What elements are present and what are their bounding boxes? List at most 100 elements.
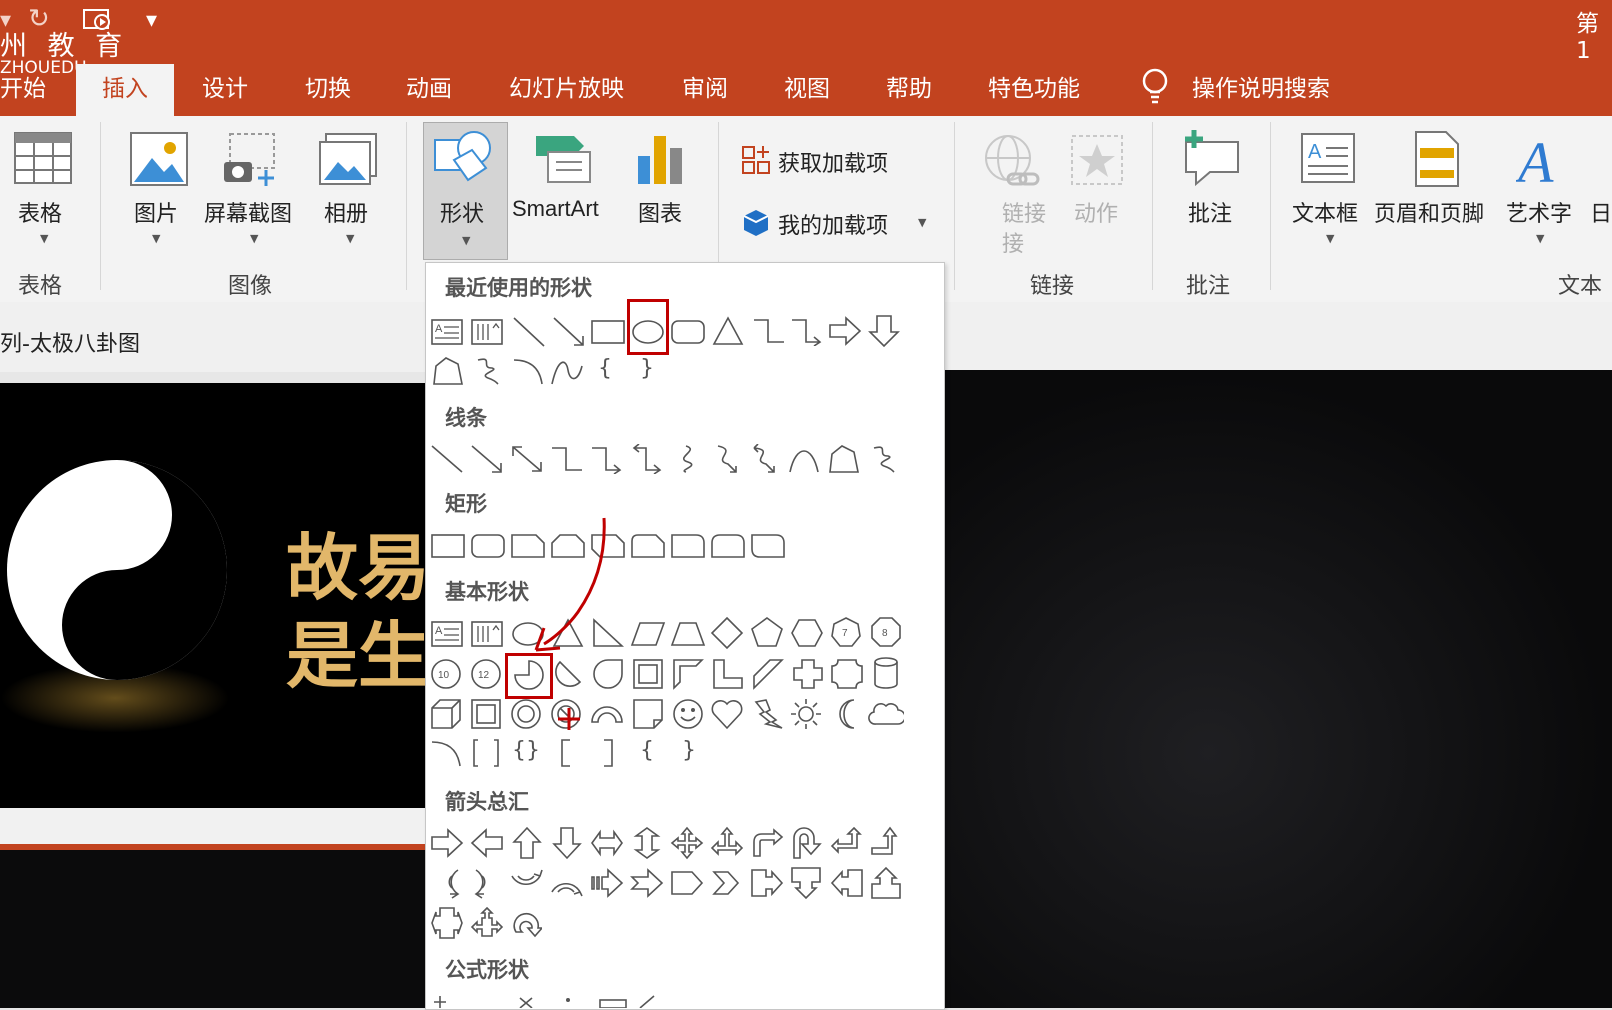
my-addins-dropdown-icon[interactable]: ▼ [918,216,926,229]
basic-parallelogram-icon[interactable] [630,620,666,648]
customize-qat-icon[interactable]: ▾ [146,8,157,33]
slide-editing-canvas[interactable] [940,370,1612,1008]
tab-help[interactable]: 帮助 [886,64,932,116]
chart-button[interactable]: 图表 [638,196,682,228]
shape-arrow-line-icon[interactable] [552,316,586,348]
tab-home[interactable]: 开始 [0,64,46,116]
basic-octagon-icon[interactable]: 8 [870,616,902,648]
basic-lightning-bolt-icon[interactable] [752,698,784,730]
arrow-chevron-icon[interactable] [710,868,744,898]
line-elbow-connector-icon[interactable] [550,444,584,474]
shape-scribble-icon[interactable] [474,356,502,386]
arrow-callout-right-icon[interactable] [750,868,784,898]
get-addins-button[interactable]: 获取加载项 [778,146,888,178]
basic-trapezoid-icon[interactable] [670,620,706,648]
shape-triangle-icon[interactable] [712,316,744,346]
shape-rounded-rectangle-icon[interactable] [670,318,706,346]
action-button[interactable]: 动作 [1074,196,1118,228]
basic-cube-icon[interactable] [430,698,462,730]
tab-insert[interactable]: 插入 [76,64,174,116]
line-curved-double-arrow-icon[interactable] [748,444,778,474]
rect-round-single-icon[interactable] [670,532,706,560]
basic-block-arc-icon[interactable] [590,698,624,730]
basic-cross-icon[interactable] [792,658,824,690]
arrow-quad-icon[interactable] [670,826,704,860]
shape-vertical-textbox-icon[interactable] [470,318,504,346]
arrow-up-icon[interactable] [512,826,542,860]
basic-arc-icon[interactable] [430,738,462,768]
rect-rounded-icon[interactable] [470,532,506,560]
arrow-up-down-icon[interactable] [632,826,662,860]
tab-design[interactable]: 设计 [202,64,248,116]
line-straight-icon[interactable] [430,444,464,474]
arrow-callout-down-icon[interactable] [790,866,822,900]
arrow-curved-down-icon[interactable] [550,868,584,898]
basic-diamond-icon[interactable] [710,616,744,650]
screenshot-button[interactable]: 屏幕截图 [204,196,292,228]
shape-elbow-connector-icon[interactable] [752,316,786,346]
picture-button[interactable]: 图片 [134,196,178,228]
arrow-callout-left-right-icon[interactable] [430,906,464,940]
shape-curve-icon[interactable] [550,356,584,386]
arrow-left-right-icon[interactable] [590,828,624,858]
album-dropdown-icon[interactable]: ▼ [346,232,354,245]
shape-right-brace-icon[interactable]: } [640,356,654,381]
line-curved-arrow-connector-icon[interactable] [710,444,740,474]
line-double-arrow-icon[interactable] [510,444,544,474]
arrow-curved-left-icon[interactable] [472,866,502,900]
basic-frame-icon[interactable] [632,658,664,690]
arrow-bent-icon[interactable] [752,828,784,858]
basic-pentagon-icon[interactable] [750,616,784,648]
basic-l-shape-icon[interactable] [712,658,744,690]
slide-thumbnail-2[interactable] [0,850,428,1008]
arrow-callout-left-icon[interactable] [830,868,864,898]
shape-down-arrow-icon[interactable] [868,314,900,348]
smartart-button[interactable]: SmartArt [512,196,599,222]
basic-hexagon-icon[interactable] [790,618,824,648]
basic-moon-icon[interactable] [832,698,860,730]
arrow-curved-up-icon[interactable] [510,868,544,898]
basic-bevel-icon[interactable] [470,698,502,730]
shape-line-icon[interactable] [512,316,546,348]
rect-round-diagonal-icon[interactable] [750,532,786,560]
wordart-button[interactable]: 艺术字 [1506,196,1572,228]
arrow-notched-right-icon[interactable] [630,868,664,898]
arrow-bent-up-icon[interactable] [870,826,902,858]
basic-sun-icon[interactable] [790,698,822,730]
line-curve-icon[interactable] [788,444,820,474]
tab-review[interactable]: 审阅 [682,64,728,116]
textbox-button[interactable]: 文本框 [1292,196,1358,228]
line-elbow-arrow-connector-icon[interactable] [590,444,624,474]
photo-album-button[interactable]: 相册 [324,196,368,228]
arrow-left-right-up-icon[interactable] [710,826,744,860]
arrow-curved-right-icon[interactable] [432,866,462,900]
arrow-striped-right-icon[interactable] [590,868,624,898]
date-time-button[interactable]: 日 [1590,196,1612,228]
line-curved-connector-icon[interactable] [672,444,702,474]
basic-smiley-face-icon[interactable] [672,698,704,730]
basic-plaque-icon[interactable] [830,658,864,690]
slide-thumbnail-1[interactable]: 故易 是生 [0,383,428,808]
arrow-left-up-icon[interactable] [830,826,862,858]
arrow-callout-quad-icon[interactable] [470,906,504,940]
shape-elbow-arrow-connector-icon[interactable] [790,316,824,346]
arrow-u-turn-icon[interactable] [792,826,822,860]
basic-teardrop-icon[interactable] [592,658,624,690]
basic-left-bracket-icon[interactable] [556,738,576,768]
line-scribble-icon[interactable] [870,444,898,474]
basic-right-bracket-icon[interactable] [598,738,618,768]
basic-double-bracket-icon[interactable] [470,738,502,768]
line-arrow-icon[interactable] [470,444,504,474]
rect-snip-round-icon[interactable] [630,532,666,560]
tell-me-search[interactable]: 操作说明搜索 [1192,64,1330,116]
tab-slideshow[interactable]: 幻灯片放映 [509,64,624,116]
basic-textbox-icon[interactable]: A [430,620,464,648]
basic-double-brace-icon[interactable]: {} [512,738,540,763]
wordart-dropdown-icon[interactable]: ▼ [1536,232,1544,245]
tab-view[interactable]: 视图 [784,64,830,116]
basic-donut-icon[interactable] [510,698,542,730]
rect-rectangle-icon[interactable] [430,532,466,560]
textbox-dropdown-icon[interactable]: ▼ [1326,232,1334,245]
basic-can-icon[interactable] [872,656,900,690]
shape-left-brace-icon[interactable]: { [598,356,612,381]
